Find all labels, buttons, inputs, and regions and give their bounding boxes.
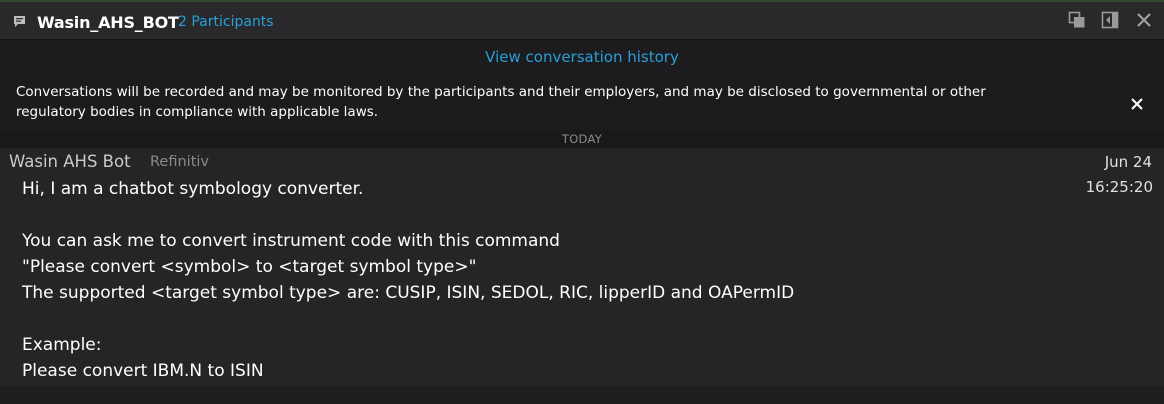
close-window-button[interactable] bbox=[1134, 12, 1154, 32]
view-history-link[interactable]: View conversation history bbox=[0, 48, 1164, 66]
message-date: Jun 24 bbox=[1104, 153, 1152, 171]
message-line bbox=[22, 306, 794, 332]
message-body: Hi, I am a chatbot symbology converter. … bbox=[22, 176, 794, 384]
compliance-notice-text: Conversations will be recorded and may b… bbox=[16, 84, 986, 120]
close-icon bbox=[1131, 98, 1143, 110]
message-line: Example: bbox=[22, 335, 102, 355]
message-line: The supported <target symbol type> are: … bbox=[22, 283, 795, 303]
message-line: Hi, I am a chatbot symbology converter. bbox=[22, 179, 364, 199]
popout-icon bbox=[1068, 11, 1086, 33]
dismiss-notice-button[interactable] bbox=[1128, 95, 1146, 113]
message-sender: Wasin AHS Bot bbox=[9, 152, 131, 171]
collapse-panel-icon bbox=[1101, 11, 1119, 33]
message-line: You can ask me to convert instrument cod… bbox=[22, 231, 560, 251]
day-separator: TODAY bbox=[0, 130, 1164, 148]
chat-message: Wasin AHS Bot Refinitiv Jun 24 16:25:20 … bbox=[0, 148, 1164, 386]
close-icon bbox=[1136, 12, 1152, 32]
message-line: Please convert IBM.N to ISIN bbox=[22, 361, 264, 381]
collapse-panel-button[interactable] bbox=[1100, 11, 1120, 33]
message-line bbox=[22, 202, 794, 228]
participants-link[interactable]: 2 Participants bbox=[178, 14, 274, 30]
chat-icon bbox=[13, 13, 26, 27]
chat-title-bar: Wasin_AHS_BOT 2 Participants bbox=[0, 2, 1164, 40]
message-input-area[interactable] bbox=[0, 386, 1164, 404]
popout-button[interactable] bbox=[1067, 11, 1087, 33]
message-line: "Please convert <symbol> to <target symb… bbox=[22, 257, 477, 277]
day-separator-label: TODAY bbox=[561, 132, 603, 146]
conversation-title: Wasin_AHS_BOT bbox=[37, 13, 179, 32]
message-time: 16:25:20 bbox=[1085, 178, 1153, 196]
history-row: View conversation history bbox=[0, 40, 1164, 72]
sender-organization: Refinitiv bbox=[150, 154, 209, 170]
compliance-notice: Conversations will be recorded and may b… bbox=[0, 72, 1164, 130]
